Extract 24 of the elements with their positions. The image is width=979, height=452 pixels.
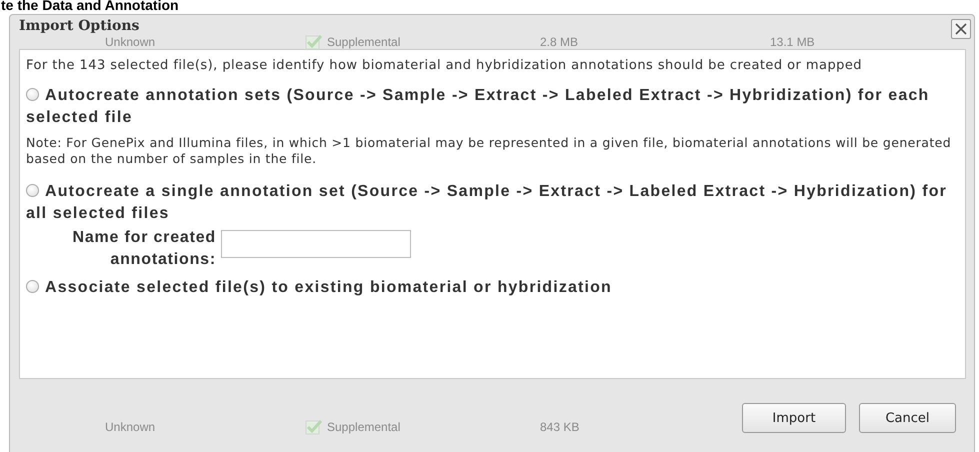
close-icon[interactable] (951, 19, 971, 39)
page-heading: te the Data and Annotation (1, 0, 179, 13)
table-cell-text: Unknown (105, 420, 156, 434)
import-button[interactable]: Import (742, 403, 846, 433)
table-cell-text: 2.8 MB (540, 35, 580, 49)
checkmark-icon (305, 419, 323, 435)
radio-button[interactable] (26, 88, 39, 101)
radio-button[interactable] (26, 280, 39, 293)
option-label[interactable]: Autocreate a single annotation set (Source -> Sample -> Extract -> Labeled Extract -> Hybridization) for all selected files (26, 181, 957, 225)
table-cell: Supplemental (327, 420, 400, 434)
cancel-button[interactable]: Cancel (859, 403, 956, 433)
option-label[interactable]: Associate selected file(s) to existing biomaterial or hybridization (26, 277, 957, 299)
table-cell-text: Unknown (105, 35, 156, 49)
option-label[interactable]: Autocreate annotation sets (Source -> Sample -> Extract -> Labeled Extract -> Hybridization) for each selected file (26, 85, 957, 129)
intro-text: For the 143 selected file(s), please identify how biomaterial and hybridization annotations should be created or mapped (26, 58, 864, 73)
table-cell-text: 843 KB (540, 420, 580, 434)
note-text: Note: For GenePix and Illumina files, in which >1 biomaterial may be represented in a given file, biomaterial annotations will be generated based on the number of samples in the file. (26, 135, 952, 167)
field-label: Name for created annotations: (71, 228, 216, 270)
table-cell-text: 13.1 MB (770, 35, 816, 49)
radio-button[interactable] (26, 184, 39, 197)
dialog-title: Import Options (19, 18, 140, 34)
checkmark-icon (305, 34, 323, 50)
name-field[interactable] (221, 230, 411, 258)
table-cell: Supplemental (327, 35, 400, 49)
